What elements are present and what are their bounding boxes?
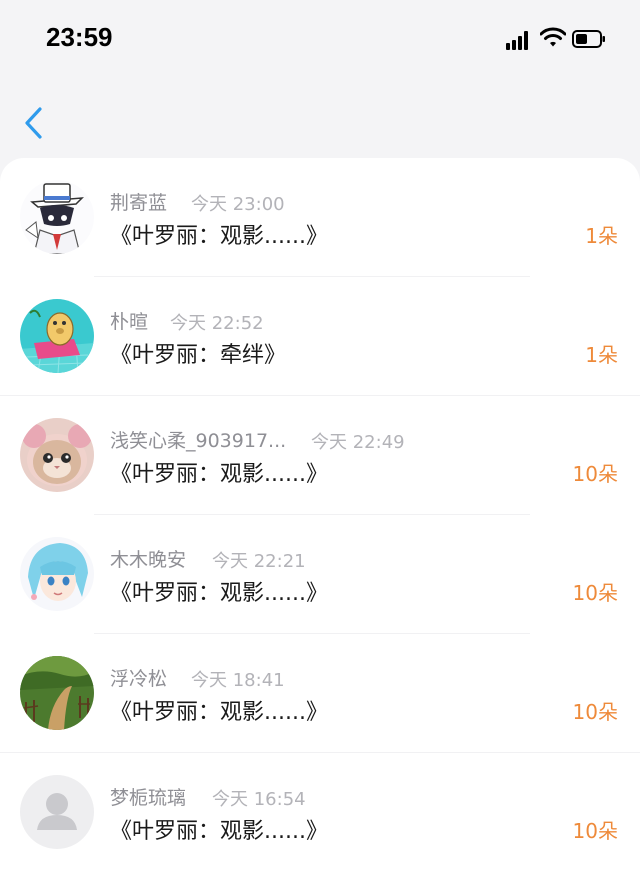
work-title[interactable]: 《叶罗丽：观影......》 <box>110 575 328 607</box>
user-name[interactable]: 荆寄蓝 <box>110 188 167 215</box>
status-bar: 23:59 <box>0 0 640 80</box>
list-item[interactable]: 木木晚安 今天 22:21 《叶罗丽：观影......》 10朵 <box>0 515 640 634</box>
timestamp: 今天 22:52 <box>170 313 264 334</box>
user-name[interactable]: 朴暄 <box>110 307 148 334</box>
status-time: 23:59 <box>46 22 113 52</box>
list-item[interactable]: 荆寄蓝 今天 23:00 《叶罗丽：观影......》 1朵 <box>0 158 640 277</box>
user-name[interactable]: 木木晚安 <box>110 545 186 572</box>
cartoon-character-avatar[interactable] <box>20 180 94 254</box>
landscape-path-avatar[interactable] <box>20 656 94 730</box>
timestamp: 今天 16:54 <box>212 789 306 810</box>
work-title[interactable]: 《叶罗丽：牵绊》 <box>110 337 286 369</box>
nav-bar <box>0 80 640 160</box>
flower-count: 10朵 <box>572 462 618 486</box>
timestamp: 今天 22:21 <box>212 551 306 572</box>
gift-list: 荆寄蓝 今天 23:00 《叶罗丽：观影......》 1朵 朴暄 今天 22:… <box>0 158 640 870</box>
user-name[interactable]: 浮冷松 <box>110 664 167 691</box>
list-item[interactable]: 浅笑心柔_903917... 今天 22:49 《叶罗丽：观影......》 1… <box>0 396 640 515</box>
work-title[interactable]: 《叶罗丽：观影......》 <box>110 813 328 845</box>
list-item[interactable]: 梦栀琉璃 今天 16:54 《叶罗丽：观影......》 10朵 <box>0 753 640 870</box>
cartoon-bear-avatar[interactable] <box>20 299 94 373</box>
flower-count: 10朵 <box>572 700 618 724</box>
battery-icon <box>572 30 605 48</box>
timestamp: 今天 23:00 <box>191 194 285 215</box>
wifi-icon <box>540 27 566 47</box>
back-chevron-icon[interactable] <box>22 106 46 140</box>
list-item[interactable]: 浮冷松 今天 18:41 《叶罗丽：观影......》 10朵 <box>0 634 640 753</box>
flower-count: 10朵 <box>572 581 618 605</box>
timestamp: 今天 18:41 <box>191 670 285 691</box>
cat-avatar[interactable] <box>20 418 94 492</box>
work-title[interactable]: 《叶罗丽：观影......》 <box>110 218 328 250</box>
anime-girl-avatar[interactable] <box>20 537 94 611</box>
cellular-signal-icon <box>506 30 532 50</box>
user-name[interactable]: 梦栀琉璃 <box>110 783 186 810</box>
default-user-avatar[interactable] <box>20 775 94 849</box>
user-name[interactable]: 浅笑心柔_903917... <box>110 426 286 453</box>
flower-count: 10朵 <box>572 819 618 843</box>
work-title[interactable]: 《叶罗丽：观影......》 <box>110 456 328 488</box>
work-title[interactable]: 《叶罗丽：观影......》 <box>110 694 328 726</box>
flower-count: 1朵 <box>585 343 618 367</box>
timestamp: 今天 22:49 <box>311 432 405 453</box>
list-item[interactable]: 朴暄 今天 22:52 《叶罗丽：牵绊》 1朵 <box>0 277 640 396</box>
flower-count: 1朵 <box>585 224 618 248</box>
